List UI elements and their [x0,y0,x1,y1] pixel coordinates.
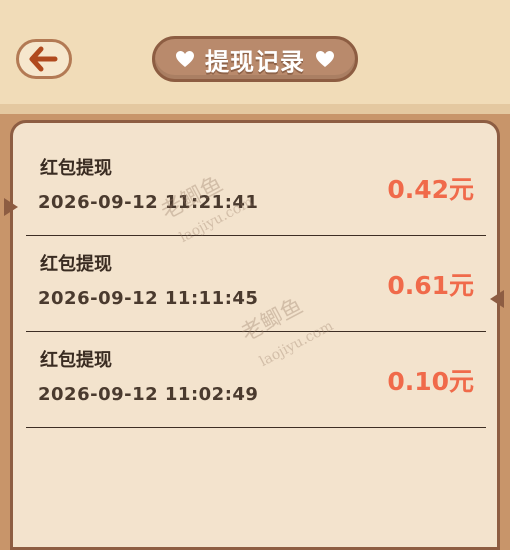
heart-icon [316,51,334,67]
top-bar-divider [0,104,510,114]
panel-notch-decoration [4,198,18,216]
list-item[interactable]: 红包提现 2026-09-12 11:21:41 0.42元 [26,140,486,236]
record-title: 红包提现 [40,158,112,179]
back-button[interactable] [16,39,72,79]
page-title: 提现记录 [205,47,305,76]
heart-icon [176,51,194,67]
record-datetime: 2026-09-12 11:11:45 [38,288,259,309]
record-title: 红包提现 [40,254,112,275]
withdrawal-record-list: 红包提现 2026-09-12 11:21:41 0.42元 红包提现 2026… [26,140,486,428]
record-title: 红包提现 [40,350,112,371]
back-arrow-icon [29,46,58,72]
panel-notch-decoration [490,290,504,308]
list-item[interactable]: 红包提现 2026-09-12 11:02:49 0.10元 [26,332,486,428]
record-amount: 0.42元 [387,175,474,204]
page-title-banner: 提现记录 [152,36,358,82]
record-amount: 0.10元 [387,367,474,396]
record-amount: 0.61元 [387,271,474,300]
record-datetime: 2026-09-12 11:02:49 [38,384,259,405]
